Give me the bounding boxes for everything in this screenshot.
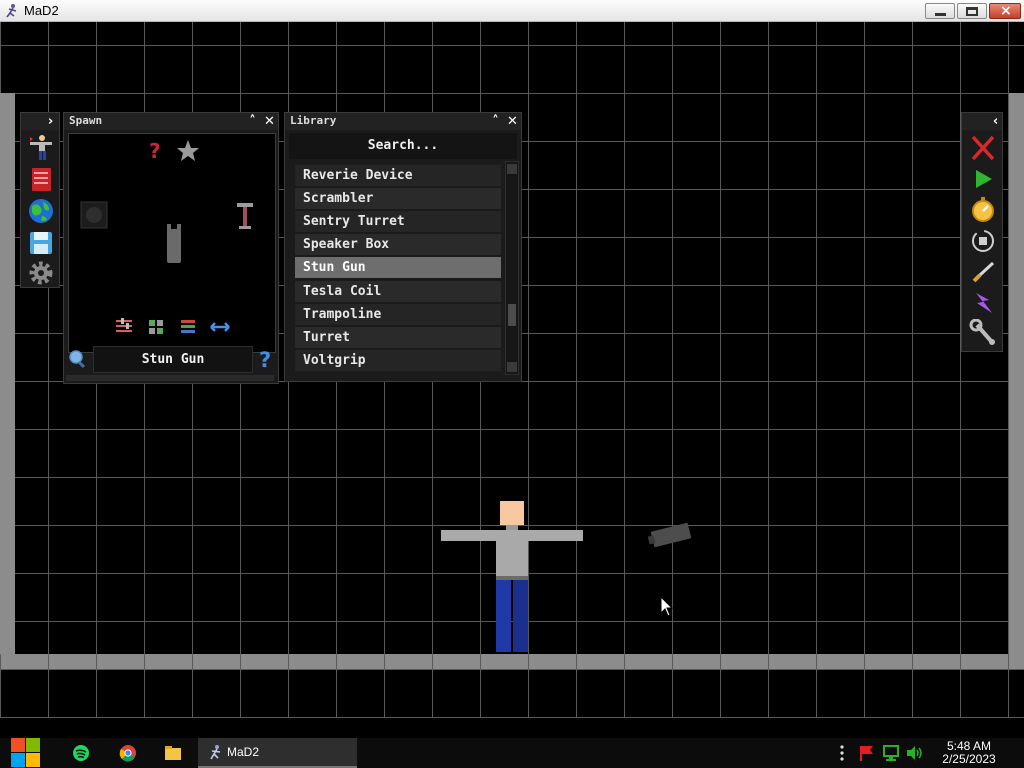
play-icon[interactable]	[968, 165, 998, 193]
swap-arrows-icon	[210, 322, 230, 332]
library-item[interactable]: Turret	[295, 327, 501, 348]
maximize-button[interactable]	[957, 3, 987, 19]
svg-text:?: ?	[149, 139, 161, 163]
clock-date: 2/25/2023	[942, 752, 996, 766]
left-toolbar-header: ›	[21, 113, 59, 130]
ragdoll-head[interactable]	[500, 501, 524, 525]
library-panel-header[interactable]: Library ˄ ✕	[285, 113, 521, 130]
library-scrollbar[interactable]	[505, 161, 519, 375]
library-panel: Library ˄ ✕ Search... Reverie Device Scr…	[284, 112, 522, 382]
floor	[0, 654, 1024, 669]
library-item[interactable]: Speaker Box	[295, 234, 501, 255]
taskbar-app-mad2[interactable]: MaD2	[198, 738, 357, 768]
left-toolbar: ›	[20, 112, 60, 288]
spawn-person-icon[interactable]	[26, 133, 56, 161]
close-icon: ×	[1000, 3, 1012, 19]
scroll-up-arrow[interactable]	[507, 164, 517, 174]
library-item[interactable]: Reverie Device	[295, 165, 501, 186]
library-item[interactable]: Scrambler	[295, 188, 501, 209]
sliders-icon	[116, 318, 132, 332]
scrollbar-thumb[interactable]	[508, 304, 516, 326]
chrome-icon[interactable]	[118, 743, 138, 763]
windows-taskbar: MaD2 5:48 AM 2/25/2023	[0, 738, 1024, 768]
record-icon[interactable]	[968, 227, 998, 255]
window-titlebar[interactable]: MaD2 ×	[0, 0, 1024, 22]
file-explorer-icon[interactable]	[163, 743, 183, 763]
close-panel-icon[interactable]: ✕	[504, 113, 521, 130]
right-toolbar-header: ‹	[962, 113, 1002, 130]
library-search-input[interactable]: Search...	[289, 133, 517, 159]
mouse-cursor-icon	[660, 596, 674, 617]
network-icon[interactable]	[882, 745, 900, 761]
globe-icon[interactable]	[26, 197, 56, 225]
library-item-selected[interactable]: Stun Gun	[295, 257, 501, 278]
settings-gear-icon[interactable]	[26, 259, 56, 287]
expand-arrow-icon[interactable]: ›	[42, 113, 59, 130]
collapse-left-arrow-icon[interactable]: ‹	[987, 113, 1004, 130]
windows-start-icon[interactable]	[9, 738, 43, 768]
window-title: MaD2	[24, 3, 59, 18]
save-icon[interactable]	[26, 229, 56, 257]
ragdoll-neck	[506, 525, 518, 530]
library-item[interactable]: Voltgrip	[295, 350, 501, 371]
book-icon[interactable]	[26, 165, 56, 193]
ragdoll-torso[interactable]	[496, 530, 528, 578]
scroll-down-arrow[interactable]	[507, 362, 517, 372]
grey-figure-icon	[167, 224, 181, 263]
random-question-icon: ?	[149, 139, 161, 163]
library-item[interactable]: Tesla Coil	[295, 281, 501, 302]
spawn-panel-title: Spawn	[69, 114, 103, 127]
ragdoll-right-leg[interactable]	[513, 580, 528, 652]
collapse-chevron-icon[interactable]: ˄	[487, 113, 504, 130]
spawn-search-row: Stun Gun ?	[66, 344, 276, 374]
favorite-star-icon	[177, 140, 199, 161]
right-toolbar: ‹	[961, 112, 1003, 352]
spawn-panel-footer	[66, 375, 274, 381]
ragdoll-left-leg[interactable]	[496, 580, 511, 652]
wrench-icon[interactable]	[968, 319, 998, 347]
stopwatch-icon[interactable]	[968, 196, 998, 224]
library-panel-title: Library	[290, 114, 337, 127]
minimize-icon	[935, 13, 946, 16]
delete-icon[interactable]	[968, 134, 998, 162]
mad2-app-icon	[210, 745, 221, 760]
spawn-panel: Spawn ˄ ✕ ? Stun Gun ?	[63, 112, 279, 384]
library-item[interactable]: Trampoline	[295, 304, 501, 325]
speaker-box-icon	[80, 201, 108, 229]
lightning-icon[interactable]	[968, 289, 998, 317]
app-icon	[6, 4, 17, 18]
action-center-flag-icon[interactable]	[858, 745, 876, 761]
minimize-button[interactable]	[925, 3, 955, 19]
search-icon[interactable]	[68, 349, 88, 369]
left-wall	[0, 93, 15, 668]
right-wall	[1009, 93, 1024, 668]
spawn-preview-area[interactable]: ?	[68, 133, 276, 353]
collapse-chevron-icon[interactable]: ˄	[244, 113, 261, 130]
selected-item-name: Stun Gun	[93, 346, 253, 373]
svg-text:?: ?	[259, 348, 271, 370]
maximize-icon	[966, 7, 978, 16]
taskbar-clock[interactable]: 5:48 AM 2/25/2023	[936, 740, 1002, 766]
help-question-icon[interactable]: ?	[258, 348, 274, 370]
layers-icon	[181, 320, 195, 333]
spotify-icon[interactable]	[71, 743, 91, 763]
library-item[interactable]: Sentry Turret	[295, 211, 501, 232]
spawn-preview-svg: ?	[80, 139, 253, 334]
close-window-button[interactable]: ×	[989, 3, 1021, 19]
lamp-icon	[237, 203, 253, 229]
spawn-panel-header[interactable]: Spawn ˄ ✕	[64, 113, 278, 130]
close-panel-icon[interactable]: ✕	[261, 113, 278, 130]
knife-icon[interactable]	[968, 258, 998, 286]
tray-overflow-icon[interactable]	[838, 743, 846, 768]
grid-tiles-icon	[149, 320, 163, 334]
taskbar-app-label: MaD2	[227, 745, 260, 759]
volume-icon[interactable]	[905, 745, 923, 761]
